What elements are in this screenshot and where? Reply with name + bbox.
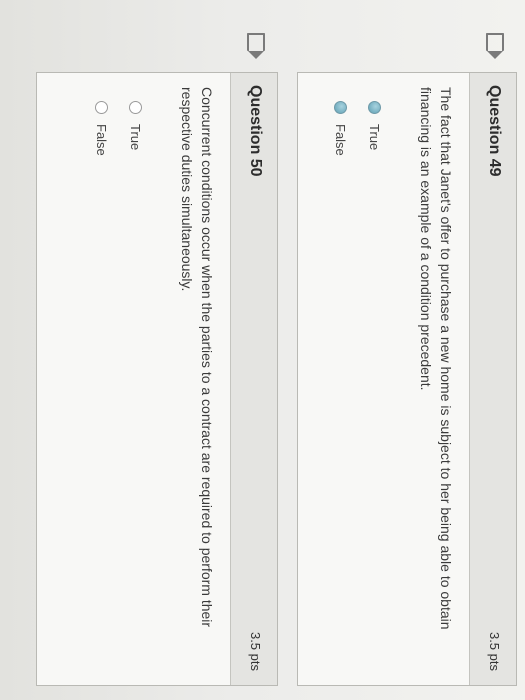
question-header: Question 50 3.5 pts <box>230 33 277 685</box>
question-title: Question 49 <box>486 85 503 177</box>
answer-option-false[interactable]: False <box>332 101 350 156</box>
question-text: The fact that Janet's offer to purchase … <box>418 87 454 630</box>
answer-label: False <box>94 124 110 156</box>
question-header: Question 49 3.5 pts <box>469 33 516 685</box>
answer-option-true[interactable]: True <box>366 101 384 150</box>
radio-button[interactable] <box>129 101 143 114</box>
radio-button[interactable] <box>368 101 382 114</box>
answer-label: True <box>367 124 383 151</box>
quiz-page: Question 49 3.5 pts The fact that Janet'… <box>0 0 525 700</box>
answer-label: True <box>128 124 144 151</box>
question-points: 3.5 pts <box>487 631 502 671</box>
question-card-49: Question 49 3.5 pts The fact that Janet'… <box>297 33 517 686</box>
answer-label: False <box>333 124 349 156</box>
flag-icon[interactable] <box>247 33 265 51</box>
question-card-50: Question 50 3.5 pts Concurrent condition… <box>36 33 278 686</box>
radio-button[interactable] <box>334 101 348 114</box>
question-text: Concurrent conditions occur when the par… <box>179 87 215 628</box>
answer-option-false[interactable]: False <box>93 101 111 156</box>
flag-icon[interactable] <box>486 33 504 51</box>
question-title: Question 50 <box>247 85 264 177</box>
answer-option-true[interactable]: True <box>127 101 145 150</box>
question-points: 3.5 pts <box>248 631 263 671</box>
radio-button[interactable] <box>95 101 109 114</box>
